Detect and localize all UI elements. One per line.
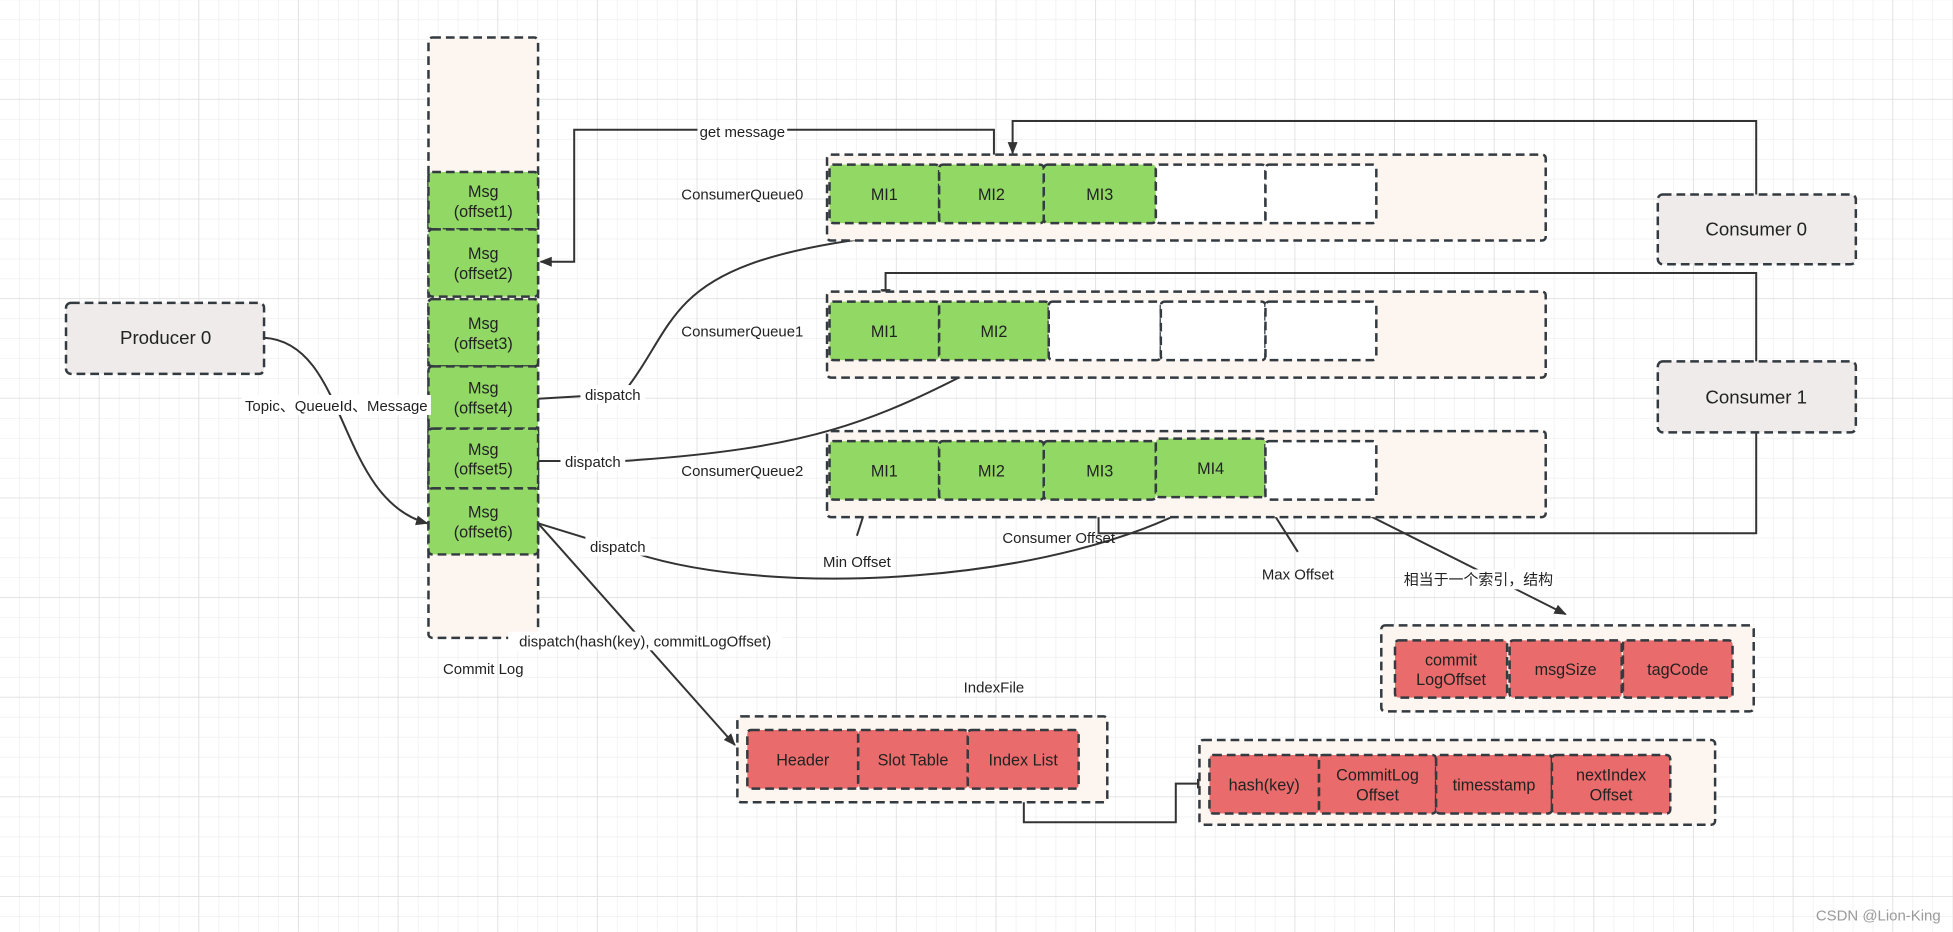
msg-offset4-line1: Msg <box>468 380 499 398</box>
index-entry-field: timesstamp <box>1434 753 1554 815</box>
msg-offset1: Msg (offset1) <box>427 170 540 231</box>
index-entry-field-label: hash(key) <box>1229 776 1300 794</box>
msg-offset3-line1: Msg <box>468 315 499 333</box>
index-entry-field: hash(key) <box>1208 753 1321 815</box>
send-label: Topic、QueueId、Message <box>245 398 428 415</box>
index-file-part: Slot Table <box>856 728 970 790</box>
msg-offset6: Msg (offset6) <box>427 487 540 556</box>
queue-slot-empty <box>1264 300 1378 362</box>
queue-item-label: MI1 <box>871 186 898 204</box>
msg-offset3-line2: (offset3) <box>454 335 513 353</box>
msg-offset4: Msg (offset4) <box>427 365 540 430</box>
get-message-label: get message <box>700 124 786 141</box>
index-entry-field-line2: Offset <box>1356 786 1399 804</box>
dispatch-index-label: dispatch(hash(key), commitLogOffset) <box>519 634 771 651</box>
index-file-part-label: Header <box>776 752 830 770</box>
queue-label: ConsumerQueue0 <box>681 186 803 203</box>
queue-item-label: MI2 <box>978 463 1005 481</box>
msg-offset6-line1: Msg <box>468 504 499 522</box>
index-entry-field-line1: nextIndex <box>1576 766 1646 784</box>
queue-item: MI1 <box>828 300 941 362</box>
queue-item: MI2 <box>937 300 1050 362</box>
dispatch-label: dispatch <box>565 454 621 471</box>
queue-item: MI3 <box>1042 163 1158 225</box>
index-entry-field-label: timesstamp <box>1453 776 1536 794</box>
msg-offset1-line2: (offset1) <box>454 203 513 221</box>
index-file-part-label: Slot Table <box>878 752 949 770</box>
cq-unit-field: tagCode <box>1621 639 1734 699</box>
queue-slot-empty <box>1159 300 1267 362</box>
index-file-label: IndexFile <box>964 680 1025 697</box>
msg-offset5-line2: (offset5) <box>454 461 513 479</box>
diagram-canvas: Msg (offset1) Msg (offset2) Msg (offset3) Msg (… <box>0 0 1953 932</box>
dispatch-label: dispatch <box>585 387 641 404</box>
cq-unit-field-label: msgSize <box>1535 661 1597 679</box>
queue-item-label: MI4 <box>1197 460 1224 478</box>
queue-item-label: MI3 <box>1086 463 1113 481</box>
queue-item: MI2 <box>937 439 1046 501</box>
index-note-label: 相当于一个索引，结构 <box>1404 571 1553 588</box>
producer-label: Producer 0 <box>120 327 211 348</box>
index-file-part: Header <box>746 728 860 790</box>
queue-item-label: MI2 <box>978 186 1005 204</box>
cq-unit-field: msgSize <box>1508 639 1623 699</box>
msg-offset2-line2: (offset2) <box>454 265 513 283</box>
msg-offset5: Msg (offset5) <box>427 427 540 490</box>
queue-item-label: MI3 <box>1086 186 1113 204</box>
min-offset-label: Min Offset <box>823 554 892 571</box>
dispatch-label: dispatch <box>590 539 646 556</box>
queue-item: MI3 <box>1042 439 1158 501</box>
consumer-1[interactable]: Consumer 1 <box>1656 360 1858 434</box>
consumer-label: Consumer 0 <box>1705 219 1807 240</box>
msg-offset3: Msg (offset3) <box>427 297 540 368</box>
max-offset-label: Max Offset <box>1262 566 1335 583</box>
index-entry: hash(key) CommitLog Offset timesstamp nextIn… <box>1198 738 1717 826</box>
index-file-part: Index List <box>966 728 1080 790</box>
consumer-0[interactable]: Consumer 0 <box>1656 193 1858 266</box>
index-entry-field: nextIndex Offset <box>1550 753 1672 815</box>
watermark: CSDN @Lion-King <box>1816 908 1941 925</box>
queue-item: MI4 <box>1154 437 1267 499</box>
commit-log: Msg (offset1) Msg (offset2) Msg (offset3) Msg (… <box>427 36 540 678</box>
queue-label: ConsumerQueue1 <box>681 323 803 340</box>
queue-item: MI1 <box>828 163 941 225</box>
queue-item: MI2 <box>937 163 1046 225</box>
queue-slot-empty <box>1264 163 1378 225</box>
cq-unit-field-line2: LogOffset <box>1416 671 1486 689</box>
queue-slot-empty <box>1154 163 1267 225</box>
queue-label: ConsumerQueue2 <box>681 463 803 480</box>
cq-unit-structure: commit LogOffset msgSize tagCode <box>1380 624 1755 713</box>
consumer-label: Consumer 1 <box>1705 387 1807 408</box>
index-entry-field-line2: Offset <box>1590 786 1633 804</box>
msg-offset2: Msg (offset2) <box>427 228 540 298</box>
msg-offset6-line2: (offset6) <box>454 524 513 542</box>
cq-unit-field: commit LogOffset <box>1393 639 1509 699</box>
queue-slot-empty <box>1264 439 1378 501</box>
msg-offset5-line1: Msg <box>468 441 499 459</box>
queue-item-label: MI1 <box>871 463 898 481</box>
index-entry-field: CommitLog Offset <box>1317 753 1438 815</box>
queue-item-label: MI2 <box>980 323 1007 341</box>
msg-offset4-line2: (offset4) <box>454 400 513 418</box>
index-file-part-label: Index List <box>989 752 1059 770</box>
producer-0[interactable]: Producer 0 <box>64 301 266 376</box>
index-entry-field-line1: CommitLog <box>1336 766 1419 784</box>
msg-offset2-line1: Msg <box>468 245 499 263</box>
queue-item-label: MI1 <box>871 323 898 341</box>
consumer-offset-label: Consumer Offset <box>1002 530 1115 547</box>
queue-slot-empty <box>1047 300 1163 362</box>
queue-item: MI1 <box>828 439 941 501</box>
cq-unit-field-line1: commit <box>1425 651 1478 669</box>
msg-offset1-line1: Msg <box>468 183 499 201</box>
commit-log-label: Commit Log <box>443 661 524 678</box>
cq-unit-field-label: tagCode <box>1647 661 1708 679</box>
